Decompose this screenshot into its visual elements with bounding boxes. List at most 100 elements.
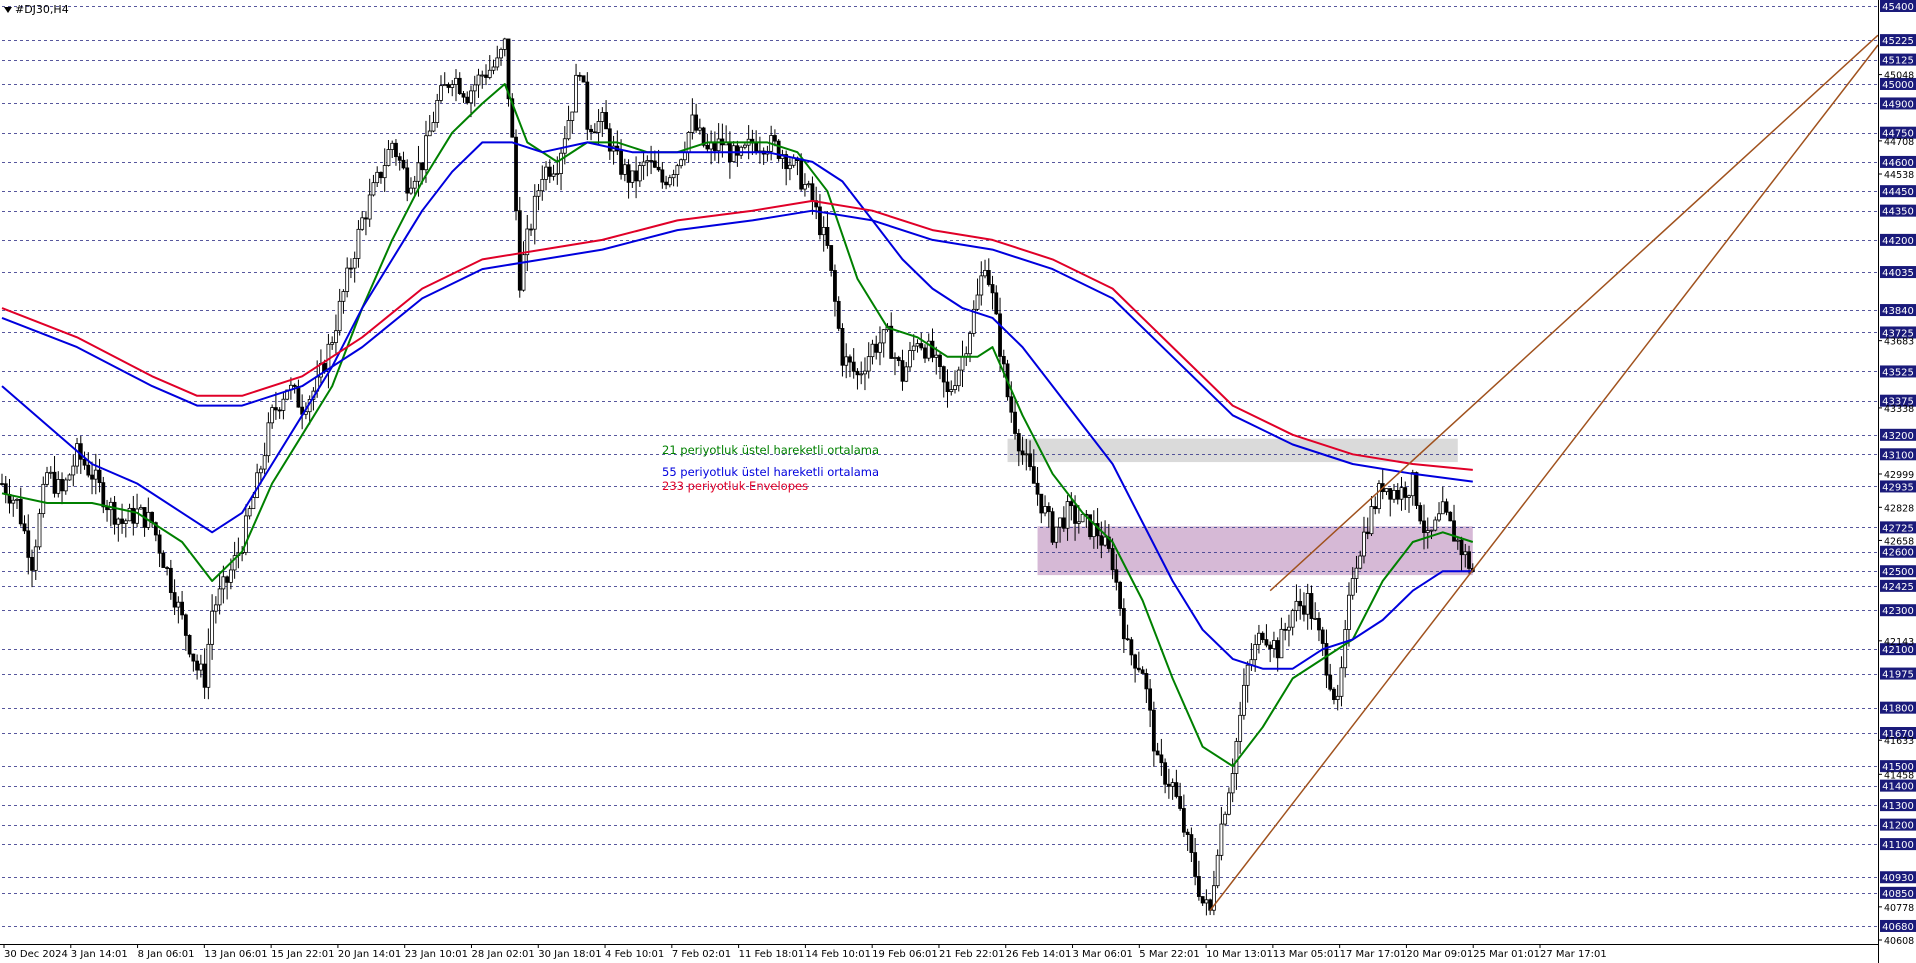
price-tick-label: 44708 bbox=[1884, 137, 1914, 148]
candle-body bbox=[878, 342, 882, 353]
candle-body bbox=[431, 122, 436, 132]
candle-body bbox=[851, 361, 856, 372]
candle-body bbox=[420, 162, 425, 171]
candle-body bbox=[1185, 831, 1190, 835]
price-label: 40930 bbox=[1882, 873, 1914, 884]
candle-body bbox=[1354, 567, 1359, 579]
candle-body bbox=[574, 74, 578, 113]
candle-body bbox=[1136, 667, 1141, 671]
candle-body bbox=[1076, 521, 1081, 524]
price-label: 45225 bbox=[1882, 36, 1914, 47]
time-label: 3 Mar 06:01 bbox=[1073, 949, 1133, 960]
candle-body bbox=[480, 74, 485, 77]
candle-body bbox=[803, 184, 807, 190]
candle-body bbox=[983, 270, 987, 277]
candle-body bbox=[788, 164, 792, 170]
price-label: 44035 bbox=[1882, 268, 1914, 279]
candle-body bbox=[1245, 664, 1250, 686]
candle-body bbox=[131, 507, 136, 524]
chevron-down-icon[interactable] bbox=[4, 6, 12, 13]
time-label: 20 Jan 14:01 bbox=[338, 949, 401, 960]
time-label: 13 Mar 05:01 bbox=[1273, 949, 1340, 960]
candle-body bbox=[975, 294, 980, 310]
price-label: 42500 bbox=[1882, 567, 1914, 578]
candle-body bbox=[998, 313, 1002, 357]
candle-body bbox=[1275, 640, 1280, 659]
candle-body bbox=[1313, 617, 1318, 620]
price-label: 42300 bbox=[1882, 606, 1914, 617]
candle-body bbox=[712, 142, 717, 152]
candle-body bbox=[86, 464, 91, 476]
candle-body bbox=[386, 149, 391, 166]
time-label: 26 Feb 14:01 bbox=[1006, 949, 1072, 960]
candle-body bbox=[195, 660, 200, 671]
candle-body bbox=[1298, 600, 1303, 607]
candle-body bbox=[1283, 628, 1288, 631]
time-label: 14 Feb 10:01 bbox=[805, 949, 871, 960]
candle-body bbox=[1103, 536, 1107, 546]
candle-body bbox=[1362, 531, 1366, 557]
candle-body bbox=[1395, 490, 1400, 500]
candle-body bbox=[589, 128, 593, 133]
candle-body bbox=[1384, 488, 1389, 493]
candle-body bbox=[1305, 593, 1310, 615]
candle-body bbox=[41, 483, 46, 515]
candle-body bbox=[1054, 526, 1059, 543]
candle-body bbox=[277, 409, 282, 412]
candle-body bbox=[424, 135, 428, 171]
candle-body bbox=[270, 407, 275, 424]
candle-body bbox=[1016, 433, 1021, 452]
price-label: 44900 bbox=[1882, 99, 1914, 110]
candle-body bbox=[394, 142, 398, 158]
candle-body bbox=[1452, 520, 1456, 542]
candle-body bbox=[645, 160, 650, 163]
candle-body bbox=[619, 150, 623, 175]
candle-body bbox=[1230, 773, 1235, 794]
candle-body bbox=[540, 178, 545, 192]
candle-body bbox=[1399, 487, 1404, 500]
candle-body bbox=[829, 245, 834, 271]
candle-body bbox=[258, 468, 263, 474]
candle-body bbox=[439, 85, 443, 101]
candle-body bbox=[1332, 688, 1336, 700]
price-label: 43525 bbox=[1882, 367, 1914, 378]
price-chart[interactable]: 4540045225451254500044900447504460044450… bbox=[0, 0, 1916, 963]
time-label: 23 Jan 10:01 bbox=[405, 949, 468, 960]
candle-body bbox=[641, 161, 646, 166]
candle-body bbox=[1317, 617, 1321, 631]
candle-body bbox=[198, 663, 203, 671]
price-label: 41800 bbox=[1882, 704, 1914, 715]
candle-body bbox=[379, 171, 383, 179]
candle-body bbox=[1046, 506, 1051, 513]
candle-body bbox=[247, 508, 252, 517]
price-label: 43840 bbox=[1882, 306, 1914, 317]
candle-body bbox=[180, 601, 184, 616]
candle-body bbox=[1279, 628, 1284, 659]
candle-body bbox=[1253, 644, 1258, 661]
candle-body bbox=[1264, 639, 1269, 646]
chart-window[interactable]: 45400 45225 45125 45000 44900 44750 44600 44450… bbox=[0, 0, 1916, 963]
candle-body bbox=[836, 300, 841, 329]
price-tick-label: 43683 bbox=[1884, 337, 1914, 348]
candle-body bbox=[1170, 782, 1175, 787]
legend-ema55: 55 periyotluk üstel hareketli ortalama bbox=[662, 465, 880, 479]
candle-body bbox=[442, 84, 447, 87]
candle-body bbox=[1369, 506, 1374, 535]
candle-body bbox=[228, 569, 233, 583]
candle-body bbox=[138, 507, 143, 510]
candle-body bbox=[1467, 551, 1471, 569]
candle-body bbox=[465, 96, 470, 104]
candle-body bbox=[26, 530, 31, 558]
candle-body bbox=[566, 120, 571, 140]
candle-body bbox=[364, 217, 368, 220]
candle-body bbox=[945, 381, 950, 393]
candle-body bbox=[1065, 501, 1070, 529]
candle-body bbox=[866, 356, 871, 372]
candle-body bbox=[1020, 450, 1025, 456]
candle-body bbox=[1347, 594, 1351, 630]
time-label: 20 Mar 09:01 bbox=[1406, 949, 1473, 960]
candle-body bbox=[1140, 669, 1145, 674]
candle-body bbox=[675, 165, 680, 175]
candle-body bbox=[484, 74, 488, 78]
candle-body bbox=[412, 180, 417, 189]
